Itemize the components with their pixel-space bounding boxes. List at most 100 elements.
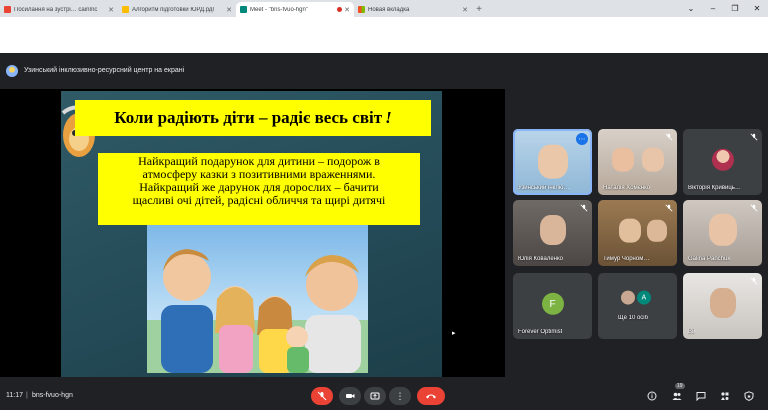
tab-title: Meet - "bns-fvuo-hgn" — [250, 6, 308, 13]
mic-off-icon — [665, 204, 673, 212]
meeting-controls: 11:17 | bns-fvuo-hgn ⋮ — [0, 386, 768, 410]
present-screen-button[interactable] — [364, 387, 386, 405]
slide-body-line: щасливі очі дітей, радісні обличчя та щи… — [132, 193, 386, 207]
activities-button[interactable] — [718, 389, 732, 403]
avatar-initial: A — [641, 294, 647, 302]
mic-off-icon — [750, 204, 758, 212]
participant-avatar: F — [541, 292, 564, 315]
children-illustration — [147, 249, 368, 373]
separator: | — [26, 392, 28, 399]
leave-call-button[interactable] — [417, 387, 445, 405]
slide-body: Найкращий подарунок для дитини – подорож… — [98, 153, 420, 225]
participant-video — [708, 213, 737, 246]
gmail-icon — [4, 6, 11, 13]
window-controls: ⌄ – ❐ ✕ — [680, 0, 768, 17]
info-icon — [647, 391, 657, 401]
participant-avatar: A — [636, 290, 651, 305]
close-tab-icon[interactable]: ✕ — [344, 6, 350, 14]
avatar-initial: F — [549, 298, 556, 310]
slide-title-mark: ! — [385, 108, 392, 127]
chat-button[interactable] — [694, 389, 708, 403]
chat-icon — [696, 392, 706, 401]
slides-icon — [122, 6, 129, 13]
more-options-icon[interactable]: ⋯ — [576, 133, 588, 145]
participant-video — [539, 215, 566, 245]
shared-slide: Коли радіють діти – радіє весь світ ! На… — [61, 91, 442, 377]
browser-tab-1[interactable]: Посилання на зустрі… cainInc ✕ — [0, 2, 118, 17]
participant-video — [612, 147, 635, 172]
camera-toggle-button[interactable] — [339, 387, 361, 405]
participant-tile[interactable]: F Forever Optimist — [513, 273, 592, 339]
tab-title: Посилання на зустрі… cainInc — [14, 6, 98, 13]
participant-avatar — [711, 148, 734, 171]
participant-video — [537, 144, 568, 179]
meeting-code: bns-fvuo-hgn — [32, 392, 73, 399]
participant-name: Ще 10 осіб — [618, 315, 649, 321]
recording-dot-icon — [337, 7, 343, 12]
close-tab-icon[interactable]: ✕ — [462, 6, 468, 14]
mic-off-icon — [665, 133, 673, 141]
participant-name: Юлія Коваленко — [518, 256, 564, 262]
participant-name: Узинський інклю… — [518, 185, 570, 191]
meeting-time: 11:17 — [6, 392, 23, 399]
camera-icon — [346, 394, 355, 398]
participant-name: Тимур Чорном… — [603, 256, 650, 262]
close-tab-icon[interactable]: ✕ — [226, 6, 232, 14]
participants-count-badge: 19 — [675, 383, 685, 389]
tab-title: Новая вкладка — [368, 6, 410, 13]
participant-video — [647, 219, 668, 242]
people-button[interactable] — [670, 389, 684, 403]
tab-title: Алгоритм підготовки ЮРД.рдІ — [132, 6, 215, 13]
browser-tab-2[interactable]: Алгоритм підготовки ЮРД.рдІ ✕ — [118, 2, 236, 17]
participant-tile[interactable]: Galina Panchuk — [683, 200, 762, 266]
host-controls-button[interactable] — [742, 389, 756, 403]
children-photo — [147, 225, 368, 373]
people-icon — [672, 392, 682, 400]
participant-tile[interactable]: Юлія Коваленко — [513, 200, 592, 266]
meet-icon — [240, 6, 247, 13]
participant-tile[interactable]: Тимур Чорном… — [598, 200, 677, 266]
participant-tile[interactable]: Вікторія Кривиць… — [683, 129, 762, 195]
mic-toggle-button[interactable] — [311, 387, 333, 405]
more-options-button[interactable]: ⋮ — [389, 387, 411, 405]
mic-off-icon — [750, 133, 758, 141]
participant-video — [709, 288, 736, 318]
participant-name: Galina Panchuk — [688, 256, 731, 262]
participant-name: Ви — [688, 329, 696, 335]
minimize-icon[interactable]: – — [702, 0, 724, 17]
slide-title-text: Коли радіють діти – радіє весь світ — [114, 108, 383, 127]
participant-tile[interactable]: A Ще 10 осіб — [598, 273, 677, 339]
meet-header: Узинський інклюзивно-ресурсний центр на … — [0, 53, 768, 89]
close-window-icon[interactable]: ✕ — [746, 0, 768, 17]
browser-tab-strip: Посилання на зустрі… cainInc ✕ Алгоритм … — [0, 0, 768, 17]
participant-avatar — [621, 290, 636, 305]
mic-off-icon — [580, 204, 588, 212]
close-tab-icon[interactable]: ✕ — [108, 6, 114, 14]
participant-name: Forever Optimist — [518, 329, 563, 335]
participant-tile[interactable]: ⋯ Узинський інклю… — [513, 129, 592, 195]
present-icon — [370, 392, 380, 400]
new-tab-button[interactable]: + — [472, 2, 486, 17]
activities-icon — [721, 392, 729, 400]
participant-name: Наталія Хомєнко — [603, 185, 651, 191]
tab-search-icon[interactable]: ⌄ — [680, 0, 702, 17]
participant-video — [618, 218, 641, 243]
windows-icon — [358, 6, 365, 13]
presenter-avatar — [6, 65, 18, 77]
presenter-label: Узинський інклюзивно-ресурсний центр на … — [24, 67, 185, 74]
shield-lock-icon — [744, 391, 754, 401]
mic-off-icon — [317, 391, 327, 401]
browser-tab-4[interactable]: Новая вкладка ✕ — [354, 2, 472, 17]
meeting-details-button[interactable] — [645, 389, 659, 403]
mouse-cursor-icon: ▸ — [452, 330, 456, 337]
participant-tile[interactable]: Ви — [683, 273, 762, 339]
presentation-stage[interactable]: Коли радіють діти – радіє весь світ ! На… — [0, 89, 505, 377]
maximize-icon[interactable]: ❐ — [724, 0, 746, 17]
hang-up-icon — [426, 394, 436, 399]
participant-name: Вікторія Кривиць… — [688, 185, 741, 191]
mic-off-icon — [750, 277, 758, 285]
participant-video — [642, 147, 665, 172]
participant-tile[interactable]: Наталія Хомєнко — [598, 129, 677, 195]
browser-tab-3[interactable]: Meet - "bns-fvuo-hgn" ✕ — [236, 2, 354, 17]
slide-title: Коли радіють діти – радіє весь світ ! — [75, 100, 431, 136]
